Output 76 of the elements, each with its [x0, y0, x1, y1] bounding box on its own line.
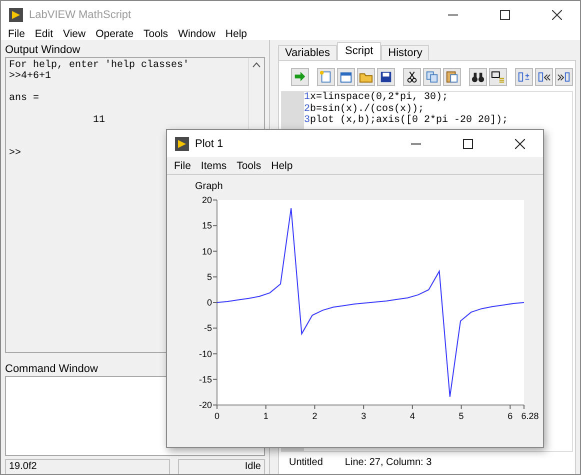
menu-item[interactable]: Edit	[30, 28, 58, 40]
cursor-position: Line: 27, Column: 3	[344, 456, 432, 468]
y-tick-label: 0	[206, 298, 212, 308]
x-tick-label: 4	[410, 411, 415, 421]
close-icon	[515, 138, 525, 148]
output-line: 11	[93, 115, 106, 126]
menu-item[interactable]: Tools	[138, 28, 174, 40]
copy-icon	[425, 70, 439, 84]
app-logo-icon	[9, 8, 23, 22]
menu-item[interactable]: Window	[173, 28, 220, 40]
zero-plus-icon	[517, 70, 531, 84]
menu-item[interactable]: Help	[266, 160, 298, 172]
new-window-icon	[339, 70, 353, 84]
run-arrow-icon	[293, 70, 307, 84]
version-status: 19.0f2	[5, 459, 170, 474]
list-icon	[491, 70, 505, 84]
toolbar-button[interactable]	[535, 68, 553, 86]
menu-item[interactable]: File	[3, 28, 30, 40]
menu-item[interactable]: View	[58, 28, 91, 40]
toolbar-button[interactable]	[377, 68, 395, 86]
x-tick-label: 2	[312, 411, 318, 421]
output-line: For help, enter 'help classes'	[9, 60, 190, 71]
paste-icon	[445, 70, 459, 84]
maximize-icon	[463, 138, 473, 148]
forward-zero-icon	[557, 70, 571, 84]
menu-item[interactable]: Items	[196, 160, 232, 172]
output-line: ans =	[9, 93, 40, 104]
line-number: 2	[304, 104, 310, 115]
y-tick-label: 15	[202, 220, 212, 231]
scissors-icon	[405, 70, 419, 84]
close-icon	[552, 10, 562, 20]
menu-item[interactable]: Help	[220, 28, 252, 40]
menu-item[interactable]: File	[169, 160, 196, 172]
menu-item[interactable]: Tools	[232, 160, 266, 172]
graph-label: Graph	[195, 181, 223, 192]
zero-back-icon	[537, 70, 551, 84]
code-line: plot (x,b);axis([0 2*pi -20 20]);	[310, 115, 508, 126]
line-number: 1	[304, 92, 310, 104]
tab[interactable]: Variables	[278, 45, 338, 60]
scroll-up-icon	[252, 62, 261, 68]
y-tick-label: 5	[206, 272, 212, 282]
y-tick-label: -20	[198, 400, 212, 410]
x-tick-label: 6.28	[521, 411, 539, 421]
file-name: Untitled	[289, 456, 323, 468]
x-tick-label: 6	[508, 411, 513, 421]
y-tick-label: 20	[202, 195, 212, 205]
tab[interactable]: History	[381, 45, 430, 60]
y-tick-label: -15	[198, 374, 212, 384]
code-line: b=sin(x)./(cos(x));	[310, 104, 424, 114]
state-status: Idle	[178, 459, 265, 474]
code-line: x=linspace(0,2*pi, 30);	[310, 92, 448, 104]
binoculars-icon	[471, 70, 485, 84]
x-tick-label: 1	[263, 411, 268, 421]
menu-item[interactable]: Operate	[90, 28, 139, 40]
panel-label: Command Window	[5, 362, 99, 376]
x-tick-label: 5	[458, 411, 464, 421]
tab[interactable]: Script	[337, 42, 382, 60]
x-tick-label: 3	[361, 411, 366, 421]
x-tick-label: 0	[214, 411, 220, 421]
new-file-icon	[319, 70, 333, 84]
toolbar-button[interactable]	[403, 68, 421, 86]
y-tick-label: 10	[202, 246, 212, 256]
window-title: LabVIEW MathScript	[29, 8, 132, 20]
toolbar-button[interactable]	[489, 68, 507, 86]
save-icon	[379, 70, 393, 84]
toolbar-button[interactable]	[555, 68, 573, 86]
window-title: Plot 1	[195, 138, 224, 150]
maximize-icon	[500, 10, 510, 20]
app-logo-icon	[175, 136, 189, 150]
line-number: 3	[304, 115, 310, 126]
output-line: >>	[9, 148, 22, 159]
y-tick-label: -5	[204, 323, 212, 334]
panel-label: Output Window	[5, 43, 82, 57]
output-line: >>4+6+1	[9, 71, 52, 82]
y-tick-label: -10	[198, 348, 212, 359]
toolbar-button[interactable]	[469, 68, 487, 86]
